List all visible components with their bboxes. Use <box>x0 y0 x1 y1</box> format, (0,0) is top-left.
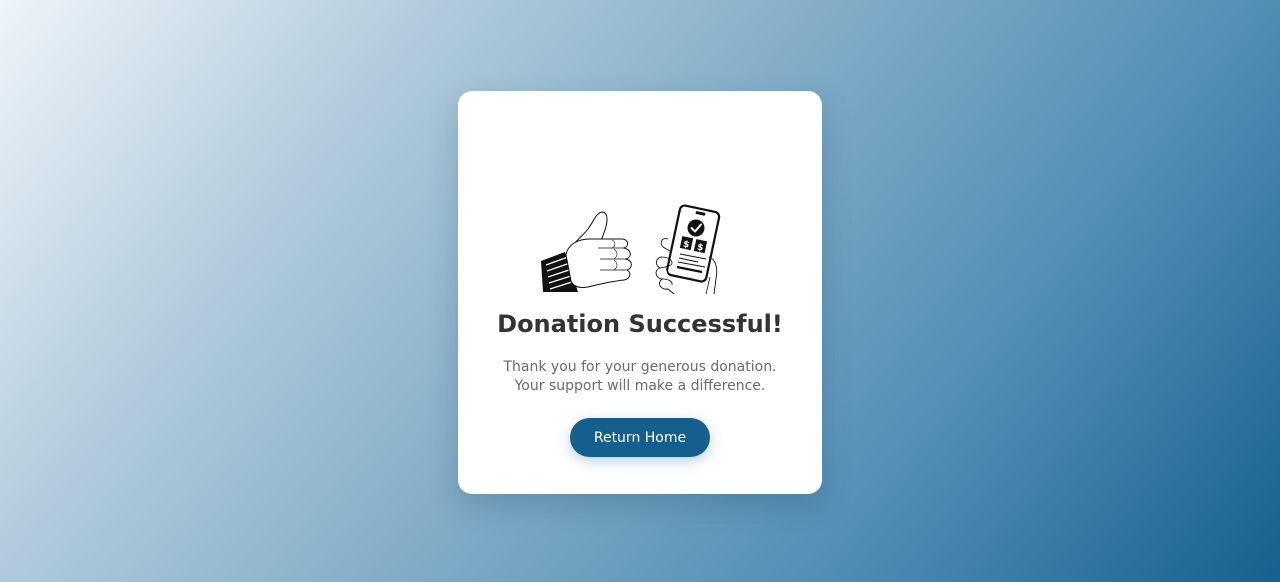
donation-illustration: $ $ <box>541 204 721 294</box>
thumbs-up-hand-icon <box>541 211 632 292</box>
thank-you-message: Thank you for your generous donation. Yo… <box>503 359 777 394</box>
return-home-button[interactable]: Return Home <box>570 418 710 457</box>
donation-success-card: $ $ Donation Successful! Thank you for y… <box>458 91 822 494</box>
phone-payment-icon: $ $ <box>655 204 721 294</box>
success-title: Donation Successful! <box>497 310 783 338</box>
